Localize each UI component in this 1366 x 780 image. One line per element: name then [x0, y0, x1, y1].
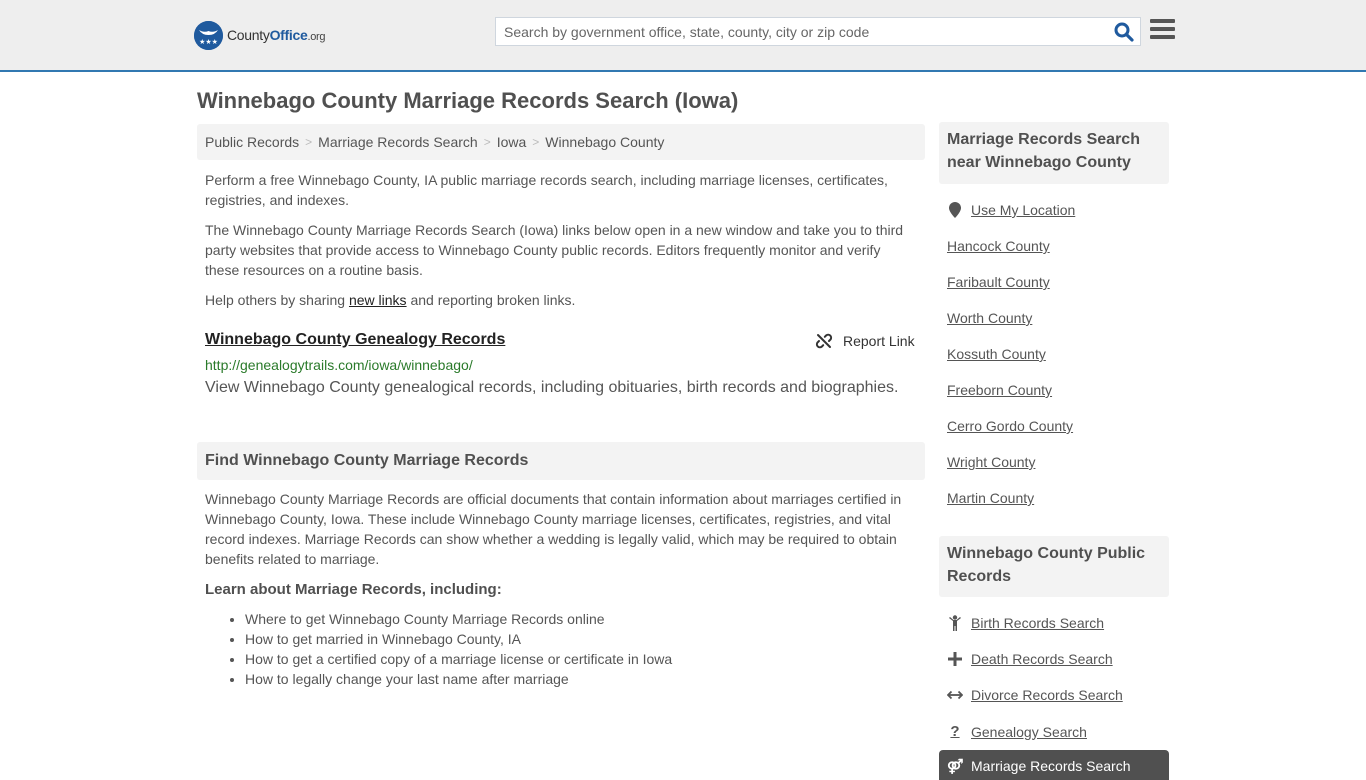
result-description: View Winnebago County genealogical recor…: [205, 379, 899, 396]
list-item: Where to get Winnebago County Marriage R…: [245, 609, 672, 629]
nearby-county-link[interactable]: Martin County: [947, 490, 1034, 506]
map-marker-icon: [947, 202, 963, 218]
marriage-records-search-link[interactable]: ⚤ Marriage Records Search: [939, 750, 1169, 780]
broken-link-icon: [815, 333, 833, 349]
divorce-records-search-link[interactable]: Divorce Records Search: [947, 687, 1123, 703]
disclaimer-text: The Winnebago County Marriage Records Se…: [205, 222, 904, 278]
use-my-location-link[interactable]: Use My Location: [947, 202, 1075, 218]
help-text: Help others by sharing new links and rep…: [205, 292, 576, 308]
hamburger-menu-icon[interactable]: [1150, 19, 1175, 41]
birth-records-search-link[interactable]: Birth Records Search: [947, 615, 1104, 631]
arrows-h-icon: [947, 690, 963, 700]
result-url[interactable]: http://genealogytrails.com/iowa/winnebag…: [205, 357, 473, 373]
breadcrumb-separator: >: [305, 135, 313, 149]
find-section-heading: Find Winnebago County Marriage Records: [197, 442, 925, 480]
intro-text: Perform a free Winnebago County, IA publ…: [205, 172, 888, 208]
genealogy-search-link[interactable]: ? Genealogy Search: [947, 723, 1087, 740]
breadcrumb-public-records[interactable]: Public Records: [205, 134, 299, 150]
nearby-county-link[interactable]: Faribault County: [947, 274, 1050, 290]
page-title: Winnebago County Marriage Records Search…: [197, 88, 739, 113]
new-links-link[interactable]: new links: [349, 292, 407, 308]
find-section-body: Winnebago County Marriage Records are of…: [205, 491, 902, 567]
breadcrumb-separator: >: [483, 135, 491, 149]
site-header: ★★★ CountyOffice.org: [0, 0, 1366, 72]
list-item: How to get a certified copy of a marriag…: [245, 649, 672, 669]
breadcrumb-iowa[interactable]: Iowa: [497, 134, 527, 150]
list-item: How to legally change your last name aft…: [245, 669, 672, 689]
death-records-search-link[interactable]: Death Records Search: [947, 651, 1113, 667]
nearby-county-link[interactable]: Cerro Gordo County: [947, 418, 1073, 434]
nearby-county-link[interactable]: Freeborn County: [947, 382, 1052, 398]
report-link-button[interactable]: Report Link: [815, 332, 915, 350]
learn-heading: Learn about Marriage Records, including:: [205, 581, 502, 598]
result-title-link[interactable]: Winnebago County Genealogy Records: [205, 331, 505, 349]
search-input[interactable]: [496, 18, 1106, 45]
logo-text: CountyOffice.org: [227, 27, 326, 43]
nearby-county-link[interactable]: Kossuth County: [947, 346, 1046, 362]
logo-eagle-icon: ★★★: [194, 20, 223, 50]
search-box: [495, 17, 1141, 46]
logo[interactable]: ★★★ CountyOffice.org: [194, 20, 326, 50]
search-icon[interactable]: [1114, 22, 1134, 42]
plus-icon: [947, 652, 963, 666]
child-icon: [947, 615, 963, 631]
svg-text:★★★: ★★★: [199, 38, 218, 46]
learn-list: Where to get Winnebago County Marriage R…: [245, 609, 672, 689]
nearby-county-link[interactable]: Worth County: [947, 310, 1032, 326]
marriage-icon: ⚤: [947, 758, 964, 774]
nearby-heading: Marriage Records Search near Winnebago C…: [939, 122, 1169, 184]
list-item: How to get married in Winnebago County, …: [245, 629, 672, 649]
question-icon: ?: [950, 723, 960, 740]
breadcrumb: Public Records > Marriage Records Search…: [197, 124, 925, 160]
breadcrumb-separator: >: [532, 135, 540, 149]
nearby-county-link[interactable]: Wright County: [947, 454, 1035, 470]
breadcrumb-marriage-records-search[interactable]: Marriage Records Search: [318, 134, 478, 150]
nearby-county-link[interactable]: Hancock County: [947, 238, 1050, 254]
public-records-heading: Winnebago County Public Records: [939, 536, 1169, 597]
report-link-label: Report Link: [843, 333, 915, 349]
breadcrumb-winnebago-county[interactable]: Winnebago County: [545, 134, 664, 150]
